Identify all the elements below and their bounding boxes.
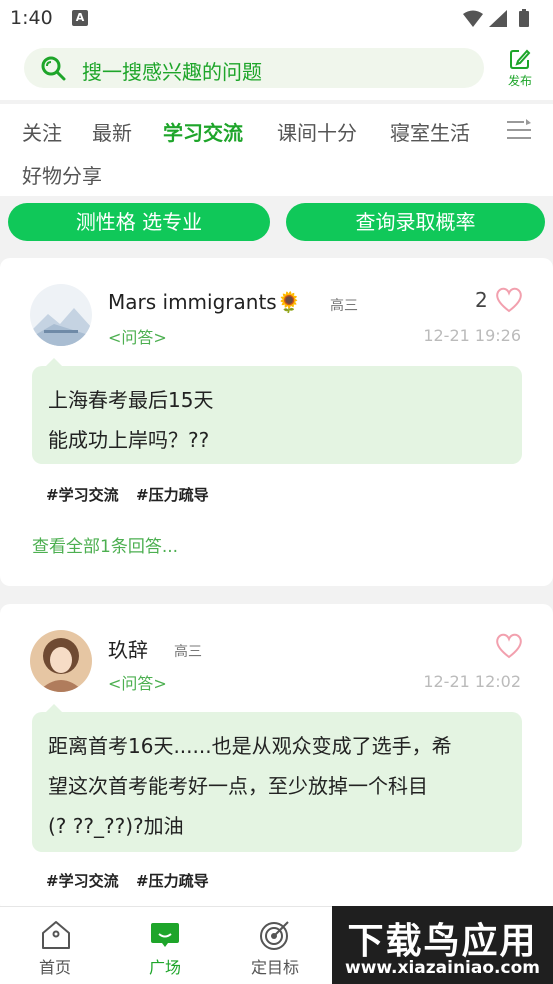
top-bar: 搜一搜感兴趣的问题 发布 [0,38,553,100]
home-icon [40,919,72,955]
post-author[interactable]: 玖辞 [108,634,148,663]
tab-menu-icon[interactable] [506,119,532,145]
status-bar: 1:40 A [0,0,553,38]
signal-icon [489,10,507,27]
bubble-notch [46,704,62,712]
topic-tag[interactable]: #学习交流 [46,484,119,505]
post-time: 12-21 19:26 [423,326,521,345]
tab-follow[interactable]: 关注 [22,117,62,146]
qa-tag: <问答> [108,328,167,347]
nav-home-label: 首页 [38,958,71,977]
system-status-icons [461,8,541,34]
category-tabs: 关注 最新 学习交流 课间十分 寝室生活 好物分享 [0,104,553,196]
like-count: 2 [475,288,488,312]
avatar[interactable] [30,284,92,346]
publish-label: 发布 [507,74,532,88]
nav-square[interactable]: 广场 [110,907,220,984]
watermark-url: www.xiazainiao.com [345,958,540,978]
heart-icon[interactable] [494,286,524,318]
content-line: 上海春考最后15天 [48,388,214,412]
qa-tag: <问答> [108,674,167,693]
tab-dorm[interactable]: 寝室生活 [390,117,470,146]
action-buttons: 测性格 选专业 查询录取概率 [0,196,553,252]
tab-study[interactable]: 学习交流 [163,117,243,146]
heart-icon[interactable] [494,632,524,664]
search-placeholder: 搜一搜感兴趣的问题 [82,60,262,84]
nav-goal-label: 定目标 [250,958,299,977]
post-card[interactable]: Mars immigrants🌻 高三 2 <问答> 12-21 19:26 上… [0,258,553,586]
topic-tag[interactable]: #学习交流 [46,870,119,891]
watermark-logo: 下载鸟应用 www.xiazainiao.com [332,906,553,984]
target-icon [259,919,291,955]
post-grade: 高三 [330,298,358,314]
search-bar[interactable]: 搜一搜感兴趣的问题 [24,48,484,88]
topic-tag[interactable]: #压力疏导 [136,870,209,891]
wifi-icon [463,10,483,27]
battery-icon [519,11,529,27]
post-author[interactable]: Mars immigrants🌻 [108,290,302,314]
topic-tag[interactable]: #压力疏导 [136,484,209,505]
post-card[interactable]: 玖辞 高三 <问答> 12-21 12:02 距离首考16天......也是从观… [0,604,553,914]
tab-goods[interactable]: 好物分享 [22,160,102,189]
content-line: (? ??_??)?加油 [48,814,184,838]
search-icon [40,55,66,85]
publish-button[interactable]: 发布 [500,48,540,92]
edit-icon [509,48,531,74]
tab-latest[interactable]: 最新 [92,117,132,146]
nav-square-label: 广场 [148,958,181,977]
watermark-title: 下载鸟应用 [347,921,538,962]
avatar[interactable] [30,630,92,692]
post-content[interactable]: 距离首考16天......也是从观众变成了选手，希 望这次首考能考好一点，至少放… [32,712,522,852]
notification-icon: A [72,10,88,26]
content-line: 能成功上岸吗？?? [48,428,210,452]
bubble-notch [46,358,62,366]
nav-goal[interactable]: 定目标 [220,907,330,984]
view-all-answers-link[interactable]: 查看全部1条回答... [32,532,178,557]
tab-break[interactable]: 课间十分 [277,117,357,146]
content-line: 望这次首考能考好一点，至少放掉一个科目 [48,774,428,798]
chat-icon [150,921,180,953]
personality-test-button[interactable]: 测性格 选专业 [8,203,270,241]
nav-home[interactable]: 首页 [0,907,110,984]
admission-query-button[interactable]: 查询录取概率 [286,203,545,241]
content-line: 距离首考16天......也是从观众变成了选手，希 [48,734,452,758]
post-time: 12-21 12:02 [423,672,521,691]
status-time: 1:40 [10,7,53,29]
post-content[interactable]: 上海春考最后15天 能成功上岸吗？?? [32,366,522,464]
post-grade: 高三 [174,644,202,660]
